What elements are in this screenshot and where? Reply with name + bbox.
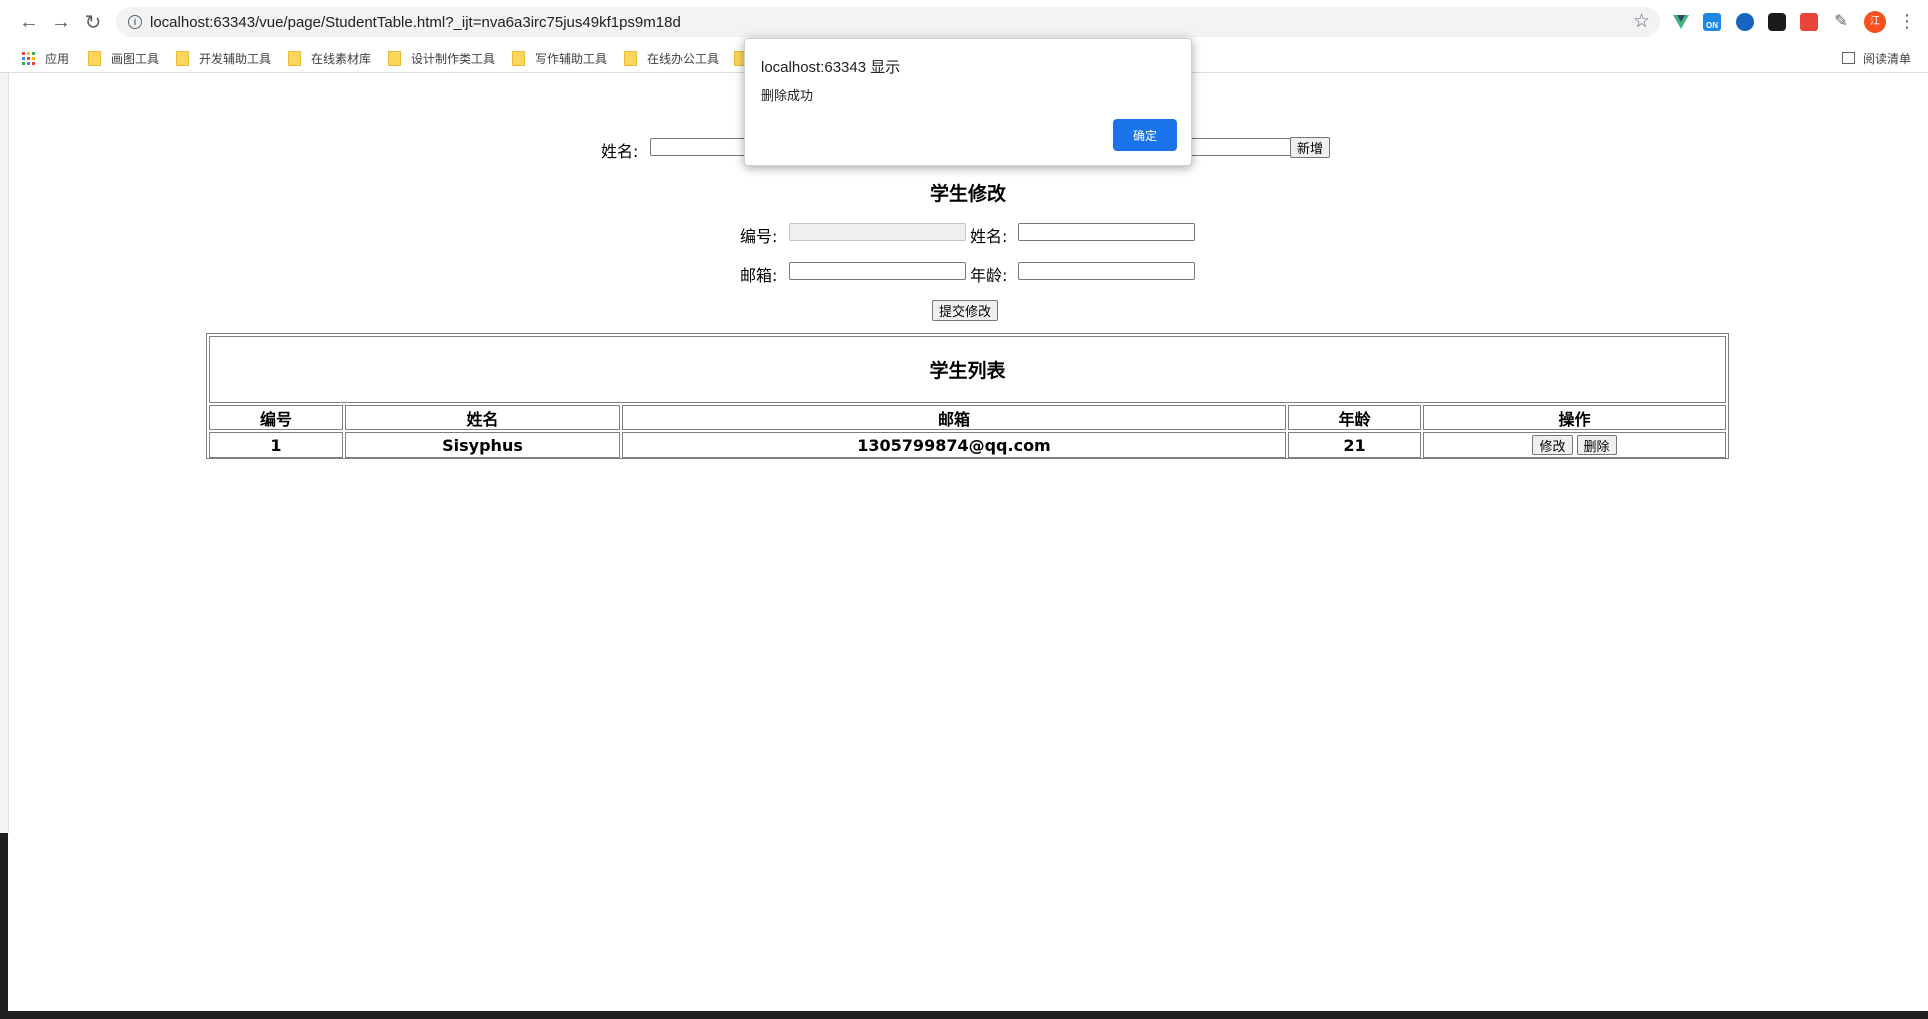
bookmark-folder[interactable]: 写作辅助工具 (512, 48, 607, 68)
cell-age: 21 (1288, 432, 1421, 458)
profile-avatar[interactable]: 江 (1864, 11, 1886, 33)
edit-email-label: 邮箱: (740, 266, 778, 285)
alert-dialog: localhost:63343 显示 删除成功 确定 (744, 38, 1192, 166)
extensions-puzzle-icon[interactable]: ✎ (1832, 13, 1850, 31)
add-button[interactable]: 新增 (1290, 137, 1331, 158)
header-actions: 操作 (1423, 405, 1726, 430)
header-email: 邮箱 (622, 405, 1286, 430)
address-bar[interactable]: i localhost:63343/vue/page/StudentTable.… (116, 7, 1660, 37)
reading-list-label: 阅读清单 (1863, 51, 1912, 66)
edit-age-input[interactable] (1018, 262, 1195, 280)
menu-kebab-icon[interactable]: ⋮ (1898, 12, 1916, 31)
c-extension-icon[interactable] (1800, 13, 1818, 31)
edit-age-label: 年龄: (970, 266, 1008, 285)
alert-title: localhost:63343 显示 (761, 59, 901, 76)
forward-icon[interactable]: → (49, 10, 73, 34)
cell-name: Sisyphus (345, 432, 620, 458)
alert-message: 删除成功 (761, 88, 814, 103)
site-info-icon[interactable]: i (128, 15, 142, 29)
page-content: 姓名: 新增 学生修改 编号: 姓名: 邮箱: 年龄: 提交修改 学生列表 编号… (8, 73, 1928, 1011)
left-dark-strip (0, 833, 8, 1019)
apps-grid-icon (22, 51, 35, 65)
edit-form-title: 学生修改 (929, 183, 1006, 205)
edit-id-input (789, 223, 966, 241)
folder-icon (176, 50, 189, 66)
bookmark-folder[interactable]: 在线办公工具 (624, 48, 719, 68)
bookmark-label: 画图工具 (111, 51, 160, 66)
add-name-label: 姓名: (601, 142, 639, 161)
game-extension-icon[interactable] (1768, 13, 1786, 31)
url-text[interactable]: localhost:63343/vue/page/StudentTable.ht… (150, 14, 681, 31)
delete-row-button[interactable]: 删除 (1576, 435, 1617, 455)
header-id: 编号 (209, 405, 343, 430)
bookmark-label: 在线素材库 (311, 51, 372, 66)
bookmark-folder[interactable]: 设计制作类工具 (388, 48, 495, 68)
bookmark-folder[interactable]: 画图工具 (88, 48, 159, 68)
bookmark-label: 在线办公工具 (647, 51, 720, 66)
vue-devtools-icon[interactable] (1672, 13, 1690, 31)
table-caption: 学生列表 (209, 336, 1726, 403)
bookmark-label: 开发辅助工具 (199, 51, 272, 66)
add-age-input[interactable] (1174, 138, 1294, 156)
bookmark-star-icon[interactable]: ☆ (1633, 10, 1650, 33)
download-extension-icon[interactable] (1736, 13, 1754, 31)
reading-list-icon (1842, 52, 1855, 64)
reading-list-button[interactable]: 阅读清单 (1842, 48, 1911, 68)
folder-icon (288, 50, 301, 66)
edit-name-label: 姓名: (970, 227, 1008, 246)
folder-icon (88, 50, 101, 66)
student-table: 学生列表 编号 姓名 邮箱 年龄 操作 1 Sisyphus 130579987… (206, 333, 1729, 459)
header-age: 年龄 (1288, 405, 1421, 430)
bookmark-folder[interactable]: 在线素材库 (288, 48, 371, 68)
bookmark-label: 应用 (45, 51, 70, 66)
cell-id: 1 (209, 432, 343, 458)
cell-email: 1305799874@qq.com (622, 432, 1286, 458)
taskbar-edge (0, 1011, 1928, 1019)
edit-email-input[interactable] (789, 262, 966, 280)
cell-actions: 修改 删除 (1423, 432, 1726, 458)
folder-icon (512, 50, 525, 66)
folder-icon (624, 50, 637, 66)
edit-name-input[interactable] (1018, 223, 1195, 241)
bookmark-label: 写作辅助工具 (535, 51, 608, 66)
back-icon[interactable]: ← (17, 10, 41, 34)
profile-initial: 江 (1870, 16, 1880, 27)
header-name: 姓名 (345, 405, 620, 430)
bookmark-label: 设计制作类工具 (411, 51, 496, 66)
on-extension-icon[interactable]: ON (1703, 13, 1721, 31)
edit-row-button[interactable]: 修改 (1532, 435, 1573, 455)
edit-id-label: 编号: (740, 227, 778, 246)
reload-icon[interactable]: ↻ (81, 10, 105, 34)
alert-ok-button[interactable]: 确定 (1113, 119, 1177, 151)
bookmark-apps[interactable]: 应用 (22, 48, 69, 68)
submit-edit-button[interactable]: 提交修改 (932, 300, 999, 321)
extension-badge: ON (1706, 21, 1718, 30)
bookmark-folder[interactable]: 开发辅助工具 (176, 48, 271, 68)
folder-icon (388, 50, 401, 66)
